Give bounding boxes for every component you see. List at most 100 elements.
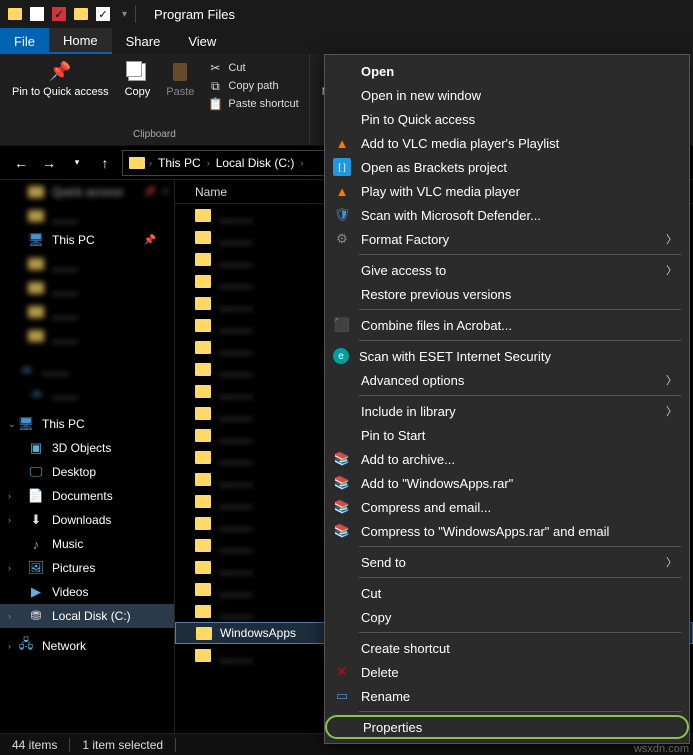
folder-icon bbox=[195, 429, 211, 442]
delete-icon: ✕ bbox=[333, 663, 351, 681]
sidebar-item[interactable]: ____ bbox=[0, 276, 174, 300]
watermark: wsxdn.com bbox=[634, 743, 689, 755]
ctx-restore-versions[interactable]: Restore previous versions bbox=[325, 282, 689, 306]
copy-path-icon: ⧉ bbox=[208, 79, 222, 93]
ctx-vlc-play[interactable]: ▲Play with VLC media player bbox=[325, 179, 689, 203]
history-dropdown[interactable]: ▾ bbox=[66, 152, 88, 174]
separator bbox=[359, 711, 681, 712]
back-button[interactable]: ← bbox=[10, 152, 32, 174]
sidebar-item-videos[interactable]: ▶Videos bbox=[0, 580, 174, 604]
pin-icon: 📌 bbox=[48, 60, 72, 84]
ctx-add-archive[interactable]: 📚Add to archive... bbox=[325, 447, 689, 471]
ctx-rename[interactable]: ▭Rename bbox=[325, 684, 689, 708]
chevron-right-icon[interactable]: › bbox=[8, 611, 11, 621]
copy-path-button[interactable]: ⧉Copy path bbox=[204, 78, 302, 94]
sidebar-item-this-pc[interactable]: ⌄🖥This PC bbox=[0, 412, 174, 436]
separator bbox=[359, 632, 681, 633]
folder-icon bbox=[195, 275, 211, 288]
ctx-copy[interactable]: Copy bbox=[325, 605, 689, 629]
ctx-format-factory[interactable]: ⚙Format Factory〉 bbox=[325, 227, 689, 251]
ctx-pin-start[interactable]: Pin to Start bbox=[325, 423, 689, 447]
up-button[interactable]: ↑ bbox=[94, 152, 116, 174]
chevron-right-icon[interactable]: › bbox=[300, 158, 303, 168]
sidebar-item[interactable]: ____ bbox=[0, 252, 174, 276]
ctx-cut[interactable]: Cut bbox=[325, 581, 689, 605]
sidebar-item-music[interactable]: ♪Music bbox=[0, 532, 174, 556]
video-icon: ▶ bbox=[28, 585, 44, 599]
ctx-include-library[interactable]: Include in library〉 bbox=[325, 399, 689, 423]
chevron-right-icon[interactable]: › bbox=[149, 158, 152, 168]
titlebar: ▾ Program Files bbox=[0, 0, 693, 28]
ctx-pin-quick-access[interactable]: Pin to Quick access bbox=[325, 107, 689, 131]
ctx-give-access[interactable]: Give access to〉 bbox=[325, 258, 689, 282]
checkbox-checked[interactable] bbox=[96, 7, 110, 21]
chevron-right-icon[interactable]: › bbox=[8, 515, 11, 525]
folder-icon bbox=[195, 341, 211, 354]
folder-icon bbox=[195, 297, 211, 310]
rename-icon: ▭ bbox=[333, 687, 351, 705]
separator bbox=[359, 546, 681, 547]
cut-button[interactable]: ✂Cut bbox=[204, 60, 302, 76]
forward-button[interactable]: → bbox=[38, 152, 60, 174]
breadcrumb-local-disk[interactable]: Local Disk (C:) bbox=[214, 156, 297, 170]
ctx-delete[interactable]: ✕Delete bbox=[325, 660, 689, 684]
ctx-open[interactable]: Open bbox=[325, 59, 689, 83]
sidebar-item[interactable]: ☁____ bbox=[0, 380, 174, 404]
ctx-acrobat[interactable]: ⬛Combine files in Acrobat... bbox=[325, 313, 689, 337]
ctx-open-new-window[interactable]: Open in new window bbox=[325, 83, 689, 107]
ctx-send-to[interactable]: Send to〉 bbox=[325, 550, 689, 574]
sidebar-item-pictures[interactable]: ›🖼Pictures bbox=[0, 556, 174, 580]
ribbon-group-clipboard: 📌 Pin to Quick access Copy Paste ✂Cut ⧉C… bbox=[0, 54, 310, 145]
sidebar-item-documents[interactable]: ›📄Documents bbox=[0, 484, 174, 508]
ctx-brackets[interactable]: [ ]Open as Brackets project bbox=[325, 155, 689, 179]
disk-icon: ⛃ bbox=[28, 609, 44, 623]
shield-icon: 🛡 bbox=[333, 206, 351, 224]
sidebar-item[interactable]: ____ bbox=[0, 324, 174, 348]
view-tab[interactable]: View bbox=[174, 28, 230, 54]
ctx-vlc-playlist[interactable]: ▲Add to VLC media player's Playlist bbox=[325, 131, 689, 155]
ctx-compress-rar-email[interactable]: 📚Compress to "WindowsApps.rar" and email bbox=[325, 519, 689, 543]
home-tab[interactable]: Home bbox=[49, 28, 112, 54]
chevron-right-icon[interactable]: › bbox=[8, 563, 11, 573]
pin-to-quick-access-button[interactable]: 📌 Pin to Quick access bbox=[6, 58, 115, 101]
sidebar-item-network[interactable]: ›🖧Network bbox=[0, 634, 174, 658]
sidebar-item-local-disk[interactable]: ›⛃Local Disk (C:) bbox=[0, 604, 174, 628]
chevron-down-icon[interactable]: ▾ bbox=[122, 9, 127, 20]
paste-button[interactable]: Paste bbox=[160, 58, 200, 101]
sidebar-item[interactable]: ____ bbox=[0, 204, 174, 228]
chevron-right-icon[interactable]: › bbox=[8, 641, 11, 651]
ctx-add-rar[interactable]: 📚Add to "WindowsApps.rar" bbox=[325, 471, 689, 495]
ctx-defender[interactable]: 🛡Scan with Microsoft Defender... bbox=[325, 203, 689, 227]
ctx-create-shortcut[interactable]: Create shortcut bbox=[325, 636, 689, 660]
share-tab[interactable]: Share bbox=[112, 28, 175, 54]
sidebar-item-downloads[interactable]: ›⬇Downloads bbox=[0, 508, 174, 532]
checkbox-blank[interactable] bbox=[30, 7, 44, 21]
ctx-advanced[interactable]: Advanced options〉 bbox=[325, 368, 689, 392]
eset-icon: e bbox=[333, 348, 349, 364]
winrar-icon: 📚 bbox=[333, 498, 351, 516]
paste-shortcut-button[interactable]: 📋Paste shortcut bbox=[204, 96, 302, 112]
chevron-right-icon[interactable]: › bbox=[207, 158, 210, 168]
vlc-icon: ▲ bbox=[333, 134, 351, 152]
sidebar-item[interactable]: Quick access📌⟳ bbox=[0, 180, 174, 204]
copy-button[interactable]: Copy bbox=[119, 58, 157, 101]
sidebar-item[interactable]: ☁____ bbox=[0, 356, 174, 380]
file-menu[interactable]: File bbox=[0, 28, 49, 54]
sidebar-item-3d-objects[interactable]: ▣3D Objects bbox=[0, 436, 174, 460]
ctx-compress-email[interactable]: 📚Compress and email... bbox=[325, 495, 689, 519]
sidebar: Quick access📌⟳ ____ 🖥This PC📌 ____ ____ … bbox=[0, 180, 175, 733]
cube-icon: ▣ bbox=[28, 441, 44, 455]
sidebar-item[interactable]: ____ bbox=[0, 300, 174, 324]
folder-icon bbox=[74, 8, 88, 20]
ctx-eset[interactable]: eScan with ESET Internet Security bbox=[325, 344, 689, 368]
chevron-down-icon[interactable]: ⌄ bbox=[8, 419, 16, 430]
item-count: 44 items bbox=[12, 738, 57, 752]
folder-icon bbox=[129, 157, 145, 169]
scissors-icon: ✂ bbox=[208, 61, 222, 75]
breadcrumb-this-pc[interactable]: This PC bbox=[156, 156, 203, 170]
sidebar-item-this-pc-quick[interactable]: 🖥This PC📌 bbox=[0, 228, 174, 252]
checkbox-red[interactable] bbox=[52, 7, 66, 21]
sidebar-item-desktop[interactable]: 🖵Desktop bbox=[0, 460, 174, 484]
ctx-properties[interactable]: Properties bbox=[325, 715, 689, 739]
chevron-right-icon[interactable]: › bbox=[8, 491, 11, 501]
